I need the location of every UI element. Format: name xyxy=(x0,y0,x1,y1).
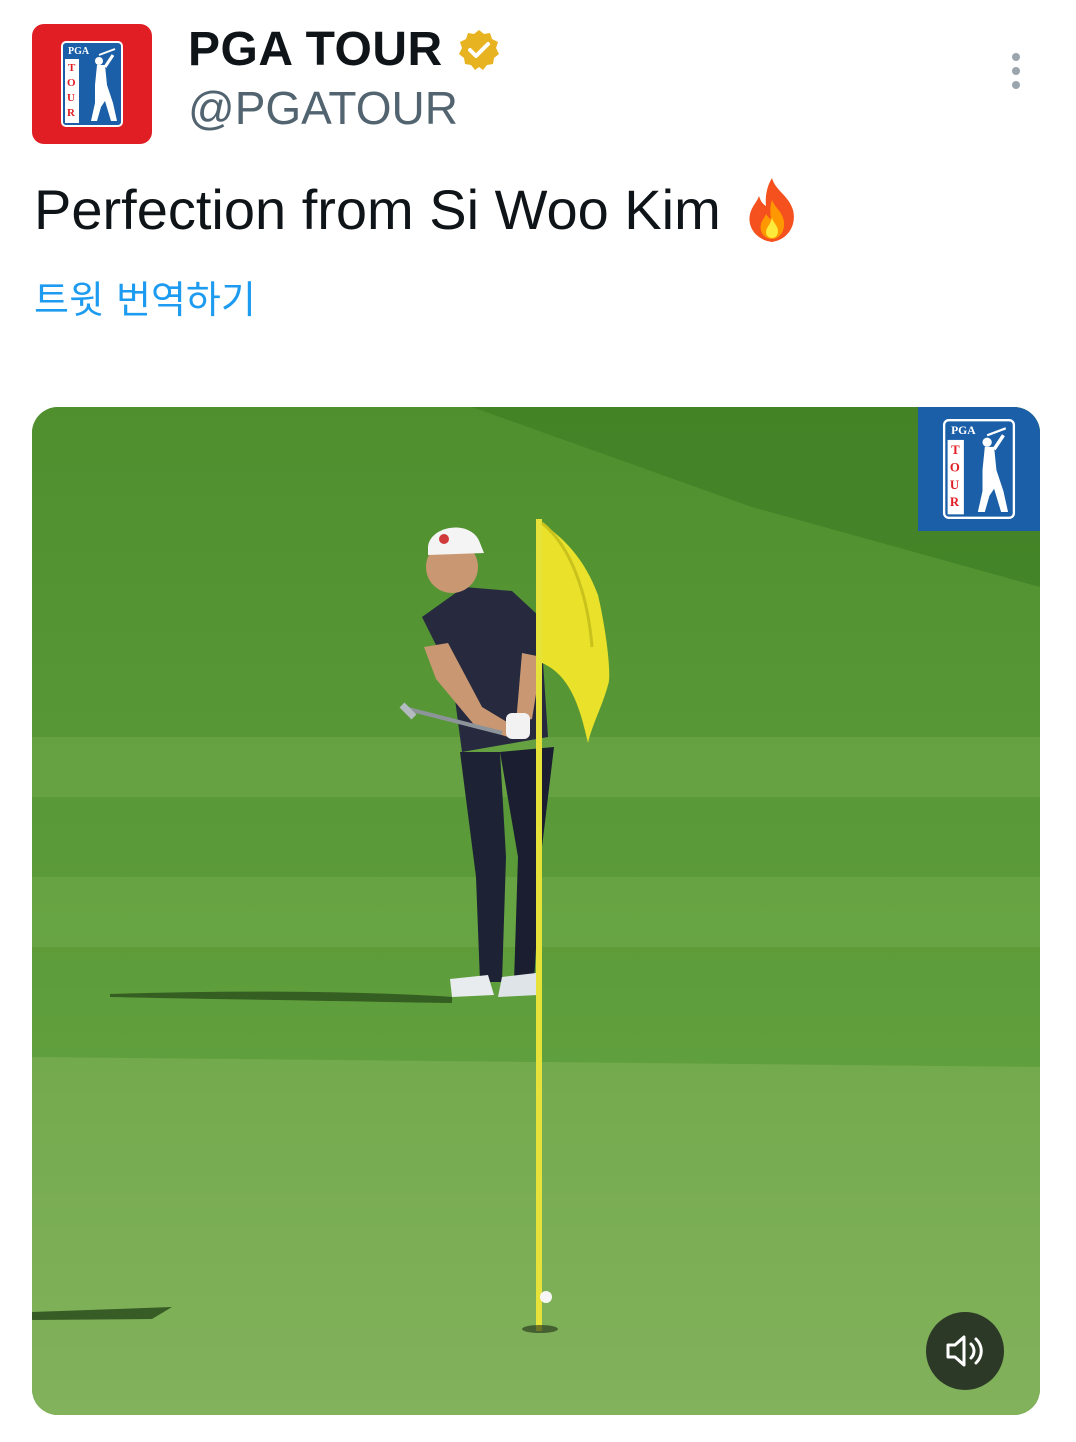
pga-tour-watermark-icon: PGA T O U R xyxy=(942,419,1016,519)
svg-text:O: O xyxy=(67,77,76,89)
svg-text:U: U xyxy=(67,92,75,104)
svg-text:R: R xyxy=(950,495,960,509)
display-name-row: PGA TOUR xyxy=(188,22,501,78)
translate-tweet-link[interactable]: 트윗 번역하기 xyxy=(34,276,256,324)
more-dot-icon xyxy=(1012,81,1020,89)
tweet-text-content: Perfection from Si Woo Kim xyxy=(34,178,721,241)
tweet-screen: PGA T O U R PGA TOUR @PGATOUR Perfection… xyxy=(0,0,1076,1442)
tweet-text: Perfection from Si Woo Kim xyxy=(34,176,803,244)
svg-text:PGA: PGA xyxy=(68,46,90,57)
video-player[interactable]: PGA T O U R xyxy=(32,407,1040,1415)
svg-text:U: U xyxy=(950,478,959,492)
avatar[interactable]: PGA T O U R xyxy=(32,24,152,144)
fire-icon xyxy=(749,178,794,242)
speaker-muted-icon xyxy=(946,1335,983,1367)
more-options-button[interactable] xyxy=(996,46,1036,96)
svg-text:T: T xyxy=(68,62,76,74)
video-frame xyxy=(32,407,1040,1415)
account-handle[interactable]: @PGATOUR xyxy=(188,80,458,136)
svg-text:O: O xyxy=(950,460,960,474)
more-dot-icon xyxy=(1012,67,1020,75)
pga-tour-watermark: PGA T O U R xyxy=(918,407,1040,531)
svg-text:PGA: PGA xyxy=(951,424,976,437)
svg-text:T: T xyxy=(951,443,960,457)
more-dot-icon xyxy=(1012,53,1020,61)
sound-toggle-button[interactable] xyxy=(926,1312,1004,1390)
pga-tour-logo-icon: PGA T O U R xyxy=(61,41,123,127)
verified-badge-icon[interactable] xyxy=(457,28,501,72)
svg-text:R: R xyxy=(67,107,76,119)
display-name[interactable]: PGA TOUR xyxy=(188,22,443,78)
